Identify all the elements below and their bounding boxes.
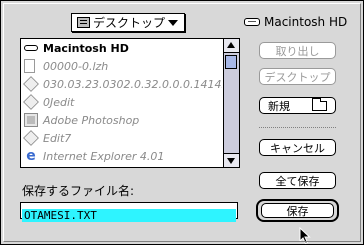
folder-icon <box>312 98 327 111</box>
volume-indicator: Macintosh HD <box>244 15 347 29</box>
scroll-thumb[interactable] <box>225 55 237 69</box>
scroll-up-arrow-icon[interactable] <box>224 39 239 53</box>
list-item: 00000-0.lzh <box>21 57 222 75</box>
list-item: 030.03.23.0302.0.32.0.0.0.14145 <box>21 75 222 93</box>
hard-disk-icon <box>244 18 260 26</box>
save-all-button[interactable]: 全て保存 <box>259 172 336 189</box>
list-item-label: 00000-0.lzh <box>43 59 109 73</box>
filename-label: 保存するファイル名: <box>22 184 135 198</box>
scroll-down-arrow-icon[interactable] <box>224 153 239 167</box>
list-item-label: 0Jedit <box>43 95 75 109</box>
chevron-down-icon <box>168 19 178 26</box>
desktop-button[interactable]: デスクトップ <box>259 68 336 85</box>
list-item: e Internet Explorer 4.01 <box>21 147 222 165</box>
application-icon <box>23 76 39 92</box>
list-item-label: Edit7 <box>43 131 72 145</box>
save-dialog: デスクトップ Macintosh HD Macintosh HD 00000-0… <box>0 0 364 245</box>
separator <box>259 127 336 128</box>
filename-input[interactable] <box>22 209 236 222</box>
folder-icon <box>77 17 90 28</box>
file-list-items: Macintosh HD 00000-0.lzh 030.03.23.0302.… <box>21 39 222 167</box>
new-folder-label: 新規 <box>268 99 290 113</box>
list-item[interactable]: Macintosh HD <box>21 39 222 57</box>
location-popup-label: デスクトップ <box>93 16 166 30</box>
filename-field[interactable] <box>20 202 238 222</box>
document-icon <box>24 59 35 73</box>
save-button[interactable]: 保存 <box>261 203 334 218</box>
mouse-pointer-icon <box>299 227 311 245</box>
volume-label: Macintosh HD <box>264 15 348 29</box>
list-item-label: Internet Explorer 4.01 <box>43 149 165 163</box>
location-popup[interactable]: デスクトップ <box>71 13 185 32</box>
list-item-label: Adobe Photoshop <box>43 113 140 127</box>
internet-explorer-icon: e <box>26 148 36 164</box>
list-item: Edit7 <box>21 129 222 147</box>
cancel-button[interactable]: キャンセル <box>259 139 336 156</box>
list-item-label: 030.03.23.0302.0.32.0.0.0.14145 <box>43 77 222 91</box>
list-item: Adobe Photoshop <box>21 111 222 129</box>
eject-button[interactable]: 取り出し <box>259 42 336 59</box>
new-folder-button[interactable]: 新規 <box>259 97 336 114</box>
default-button-ring: 保存 <box>256 199 339 222</box>
photoshop-icon <box>24 113 38 127</box>
file-list[interactable]: Macintosh HD 00000-0.lzh 030.03.23.0302.… <box>20 38 240 168</box>
hard-disk-icon <box>24 45 38 51</box>
list-item: 0Jedit <box>21 93 222 111</box>
list-item-label: Macintosh HD <box>43 41 129 55</box>
application-icon <box>23 130 39 146</box>
vertical-scrollbar[interactable] <box>223 39 239 167</box>
application-icon <box>23 94 39 110</box>
